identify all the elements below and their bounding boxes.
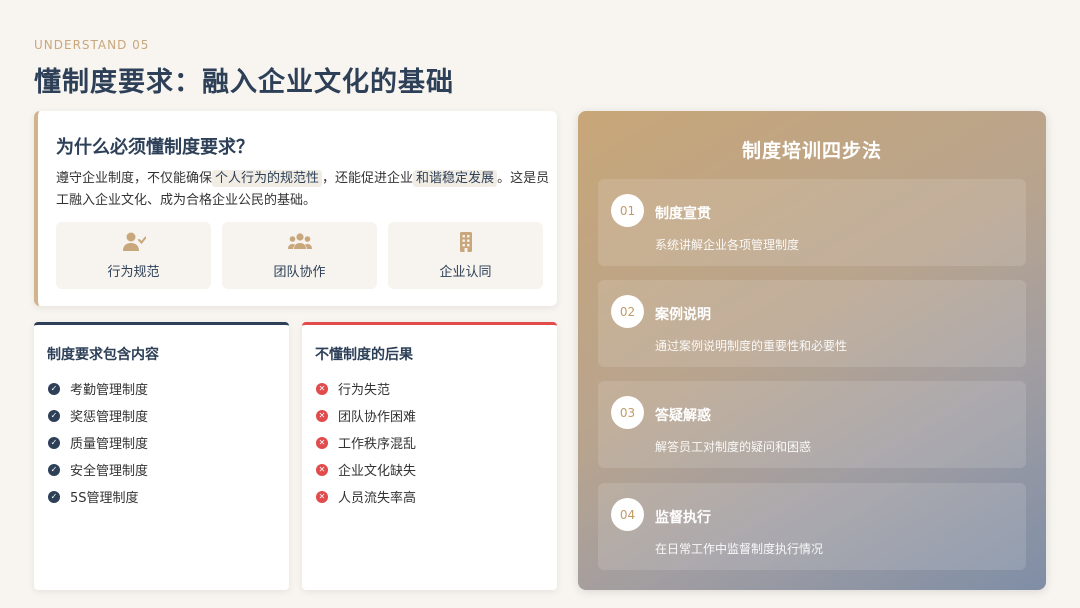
consequences-title: 不懂制度的后果 bbox=[315, 347, 413, 363]
step-title: 答疑解惑 bbox=[655, 408, 711, 424]
step-number-badge: 03 bbox=[611, 396, 644, 429]
step-number-badge: 04 bbox=[611, 498, 644, 531]
consequences-card: 不懂制度的后果 ✕ 行为失范 ✕ 团队协作困难 ✕ 工作秩序混乱 ✕ 企业文化缺失 ✕ 人… bbox=[302, 322, 557, 590]
list-item: ✓ 安全管理制度 bbox=[48, 456, 148, 483]
step-title: 监督执行 bbox=[655, 510, 711, 526]
cross-icon: ✕ bbox=[316, 490, 328, 503]
list-item-label: 安全管理制度 bbox=[70, 464, 149, 479]
check-icon: ✓ bbox=[48, 436, 60, 449]
user-check-icon bbox=[122, 232, 146, 251]
cross-icon: ✕ bbox=[316, 436, 328, 449]
tag-identity: 企业认同 bbox=[388, 222, 543, 289]
list-item: ✕ 工作秩序混乱 bbox=[316, 429, 416, 456]
list-item: ✓ 奖惩管理制度 bbox=[48, 402, 148, 429]
check-icon: ✓ bbox=[48, 382, 60, 395]
four-step-method-panel: 制度培训四步法 01 制度宣贯 系统讲解企业各项管理制度 02 案例说明 通过案… bbox=[578, 111, 1046, 590]
contents-list: ✓ 考勤管理制度 ✓ 奖惩管理制度 ✓ 质量管理制度 ✓ 安全管理制度 ✓ 5S管理制度 bbox=[48, 375, 148, 510]
tag-teamwork: 团队协作 bbox=[222, 222, 377, 289]
step-description: 系统讲解企业各项管理制度 bbox=[655, 238, 800, 252]
building-icon bbox=[459, 232, 472, 252]
contents-title: 制度要求包含内容 bbox=[47, 347, 159, 363]
list-item-label: 工作秩序混乱 bbox=[338, 437, 417, 452]
value-tags: 行为规范 团队协作 企业认同 bbox=[56, 222, 543, 289]
list-item-label: 奖惩管理制度 bbox=[70, 410, 149, 425]
list-item-label: 5S管理制度 bbox=[70, 491, 139, 506]
check-icon: ✓ bbox=[48, 463, 60, 476]
list-item-label: 企业文化缺失 bbox=[338, 464, 417, 479]
step-card: 04 监督执行 在日常工作中监督制度执行情况 bbox=[598, 483, 1026, 570]
step-title: 制度宣贯 bbox=[655, 206, 711, 222]
step-description: 解答员工对制度的疑问和困惑 bbox=[655, 440, 812, 454]
list-item: ✓ 质量管理制度 bbox=[48, 429, 148, 456]
eyebrow-label: UNDERSTAND 05 bbox=[34, 38, 150, 52]
why-description: 遵守企业制度，不仅能确保 个人行为的规范性 ，还能促进企业 和谐稳定发展 。这是员工融入… bbox=[56, 168, 551, 212]
list-item-label: 行为失范 bbox=[338, 383, 391, 398]
list-item-label: 人员流失率高 bbox=[338, 491, 417, 506]
check-icon: ✓ bbox=[48, 409, 60, 422]
tag-behavior-label: 行为规范 bbox=[107, 265, 160, 280]
tag-identity-label: 企业认同 bbox=[439, 265, 492, 280]
page-title: 懂制度要求：融入企业文化的基础 bbox=[34, 67, 454, 98]
list-item-label: 考勤管理制度 bbox=[70, 383, 149, 398]
step-card: 01 制度宣贯 系统讲解企业各项管理制度 bbox=[598, 179, 1026, 266]
list-item: ✕ 行为失范 bbox=[316, 375, 416, 402]
step-card: 02 案例说明 通过案例说明制度的重要性和必要性 bbox=[598, 280, 1026, 367]
list-item: ✕ 企业文化缺失 bbox=[316, 456, 416, 483]
step-description: 通过案例说明制度的重要性和必要性 bbox=[655, 339, 848, 353]
why-title: 为什么必须懂制度要求？ bbox=[56, 137, 254, 158]
list-item-label: 团队协作困难 bbox=[338, 410, 417, 425]
list-item: ✕ 团队协作困难 bbox=[316, 402, 416, 429]
step-number-badge: 01 bbox=[611, 194, 644, 227]
users-icon bbox=[287, 233, 312, 249]
list-item: ✕ 人员流失率高 bbox=[316, 483, 416, 510]
consequences-list: ✕ 行为失范 ✕ 团队协作困难 ✕ 工作秩序混乱 ✕ 企业文化缺失 ✕ 人员流失率高 bbox=[316, 375, 416, 510]
cross-icon: ✕ bbox=[316, 463, 328, 476]
tag-behavior: 行为规范 bbox=[56, 222, 211, 289]
list-item-label: 质量管理制度 bbox=[70, 437, 149, 452]
contents-card: 制度要求包含内容 ✓ 考勤管理制度 ✓ 奖惩管理制度 ✓ 质量管理制度 ✓ 安全管理制度… bbox=[34, 322, 289, 590]
why-desc-part-2: ，还能促进企业 bbox=[322, 171, 414, 186]
highlight-personal-conduct: 个人行为的规范性 bbox=[212, 170, 323, 187]
why-card: 为什么必须懂制度要求？ 遵守企业制度，不仅能确保 个人行为的规范性 ，还能促进企业和… bbox=[34, 111, 557, 306]
cross-icon: ✕ bbox=[316, 409, 328, 422]
list-item: ✓ 5S管理制度 bbox=[48, 483, 148, 510]
step-description: 在日常工作中监督制度执行情况 bbox=[655, 542, 824, 556]
step-card: 03 答疑解惑 解答员工对制度的疑问和困惑 bbox=[598, 381, 1026, 468]
why-desc-part-1: 遵守企业制度，不仅能确保 bbox=[56, 171, 213, 186]
tag-teamwork-label: 团队协作 bbox=[273, 265, 326, 280]
list-item: ✓ 考勤管理制度 bbox=[48, 375, 148, 402]
cross-icon: ✕ bbox=[316, 382, 328, 395]
step-title: 案例说明 bbox=[655, 307, 711, 323]
highlight-harmony: 和谐稳定发展 bbox=[413, 170, 498, 187]
check-icon: ✓ bbox=[48, 490, 60, 503]
step-number-badge: 02 bbox=[611, 295, 644, 328]
method-title: 制度培训四步法 bbox=[741, 140, 882, 162]
